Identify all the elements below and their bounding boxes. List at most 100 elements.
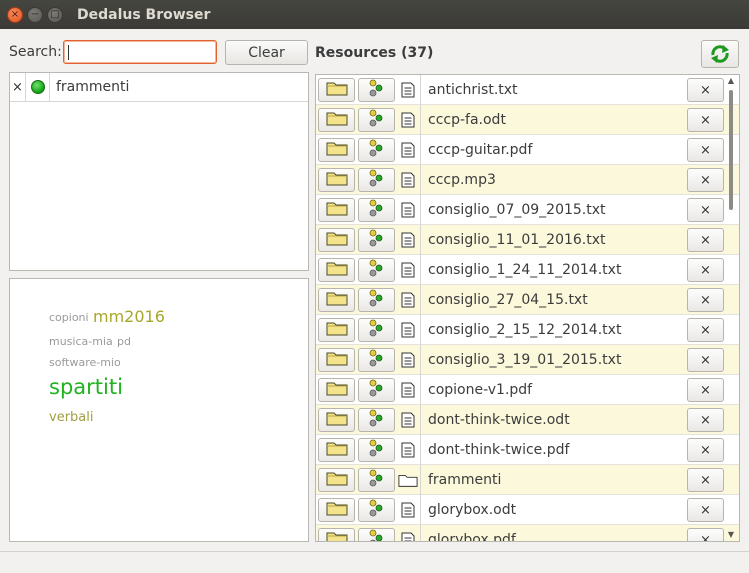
tag-verbali[interactable]: verbali [49, 410, 93, 425]
resource-name[interactable]: glorybox.odt [428, 495, 516, 525]
resource-name[interactable]: cccp-guitar.pdf [428, 135, 532, 165]
resource-name[interactable]: cccp.mp3 [428, 165, 496, 195]
search-label: Search: [9, 44, 62, 60]
file-icon [398, 350, 418, 370]
remove-resource-button[interactable]: × [687, 378, 724, 402]
resources-title: Resources (37) [315, 45, 434, 61]
open-folder-button[interactable] [318, 498, 355, 522]
close-icon: × [700, 532, 711, 542]
column-divider [420, 315, 421, 345]
resource-name[interactable]: consiglio_27_04_15.txt [428, 285, 588, 315]
tag-copioni[interactable]: copioni [49, 311, 89, 324]
resource-name[interactable]: dont-think-twice.odt [428, 405, 570, 435]
close-icon: × [700, 442, 711, 458]
tag-musica-mia[interactable]: musica-mia [49, 335, 113, 348]
clear-button[interactable]: Clear [225, 40, 308, 65]
edit-tags-button[interactable] [358, 438, 395, 462]
edit-tags-button[interactable] [358, 348, 395, 372]
remove-resource-button[interactable]: × [687, 498, 724, 522]
resource-name[interactable]: frammenti [428, 465, 501, 495]
resource-name[interactable]: glorybox.pdf [428, 525, 516, 541]
edit-tags-button[interactable] [358, 168, 395, 192]
open-folder-button[interactable] [318, 408, 355, 432]
tag-spartiti[interactable]: spartiti [49, 375, 123, 399]
edit-tags-button[interactable] [358, 78, 395, 102]
remove-filter-button[interactable]: × [10, 72, 26, 102]
resource-row: cccp.mp3 × [316, 165, 739, 195]
edit-tags-button[interactable] [358, 198, 395, 222]
folder-icon [326, 320, 348, 340]
column-divider [420, 105, 421, 135]
open-folder-button[interactable] [318, 348, 355, 372]
close-icon: × [700, 352, 711, 368]
window-title: Dedalus Browser [77, 6, 211, 23]
scrollbar-thumb[interactable] [729, 90, 733, 210]
remove-resource-button[interactable]: × [687, 438, 724, 462]
remove-resource-button[interactable]: × [687, 468, 724, 492]
edit-tags-button[interactable] [358, 378, 395, 402]
remove-resource-button[interactable]: × [687, 318, 724, 342]
edit-tags-button[interactable] [358, 138, 395, 162]
edit-tags-button[interactable] [358, 498, 395, 522]
remove-resource-button[interactable]: × [687, 288, 724, 312]
open-folder-button[interactable] [318, 198, 355, 222]
open-folder-button[interactable] [318, 228, 355, 252]
remove-resource-button[interactable]: × [687, 138, 724, 162]
edit-tags-button[interactable] [358, 468, 395, 492]
tag-pd[interactable]: pd [117, 335, 131, 348]
window-minimize-button[interactable]: − [27, 6, 43, 23]
resource-name[interactable]: consiglio_1_24_11_2014.txt [428, 255, 621, 285]
resource-row: copione-v1.pdf × [316, 375, 739, 405]
edit-tags-button[interactable] [358, 318, 395, 342]
file-icon [398, 80, 418, 100]
open-folder-button[interactable] [318, 108, 355, 132]
open-folder-button[interactable] [318, 438, 355, 462]
open-folder-button[interactable] [318, 138, 355, 162]
window-maximize-button[interactable]: □ [47, 6, 63, 23]
remove-resource-button[interactable]: × [687, 78, 724, 102]
resource-name[interactable]: consiglio_3_19_01_2015.txt [428, 345, 621, 375]
open-folder-button[interactable] [318, 78, 355, 102]
tags-icon [367, 319, 387, 341]
open-folder-button[interactable] [318, 258, 355, 282]
edit-tags-button[interactable] [358, 288, 395, 312]
resource-name[interactable]: consiglio_11_01_2016.txt [428, 225, 606, 255]
scroll-up-arrow-icon[interactable]: ▲ [726, 76, 736, 86]
resource-row: dont-think-twice.odt × [316, 405, 739, 435]
file-icon [398, 440, 418, 460]
remove-resource-button[interactable]: × [687, 168, 724, 192]
edit-tags-button[interactable] [358, 108, 395, 132]
open-folder-button[interactable] [318, 378, 355, 402]
column-divider [420, 345, 421, 375]
remove-resource-button[interactable]: × [687, 198, 724, 222]
open-folder-button[interactable] [318, 468, 355, 492]
resource-name[interactable]: antichrist.txt [428, 75, 518, 105]
remove-resource-button[interactable]: × [687, 528, 724, 542]
tag-mm2016[interactable]: mm2016 [93, 307, 165, 326]
resource-name[interactable]: consiglio_2_15_12_2014.txt [428, 315, 621, 345]
folder-icon [326, 140, 348, 160]
open-folder-button[interactable] [318, 288, 355, 312]
remove-resource-button[interactable]: × [687, 258, 724, 282]
refresh-button[interactable] [701, 40, 739, 68]
search-input[interactable] [63, 40, 217, 64]
remove-resource-button[interactable]: × [687, 348, 724, 372]
edit-tags-button[interactable] [358, 528, 395, 541]
open-folder-button[interactable] [318, 528, 355, 541]
resource-name[interactable]: cccp-fa.odt [428, 105, 506, 135]
scroll-down-arrow-icon[interactable]: ▼ [726, 530, 736, 540]
edit-tags-button[interactable] [358, 228, 395, 252]
edit-tags-button[interactable] [358, 408, 395, 432]
resource-name[interactable]: consiglio_07_09_2015.txt [428, 195, 606, 225]
window-close-button[interactable]: × [7, 6, 23, 23]
scrollbar[interactable]: ▲ ▼ [724, 76, 738, 540]
remove-resource-button[interactable]: × [687, 228, 724, 252]
open-folder-button[interactable] [318, 318, 355, 342]
remove-resource-button[interactable]: × [687, 408, 724, 432]
resource-name[interactable]: copione-v1.pdf [428, 375, 532, 405]
remove-resource-button[interactable]: × [687, 108, 724, 132]
open-folder-button[interactable] [318, 168, 355, 192]
resource-name[interactable]: dont-think-twice.pdf [428, 435, 569, 465]
tag-software-mio[interactable]: software-mio [49, 356, 121, 369]
edit-tags-button[interactable] [358, 258, 395, 282]
